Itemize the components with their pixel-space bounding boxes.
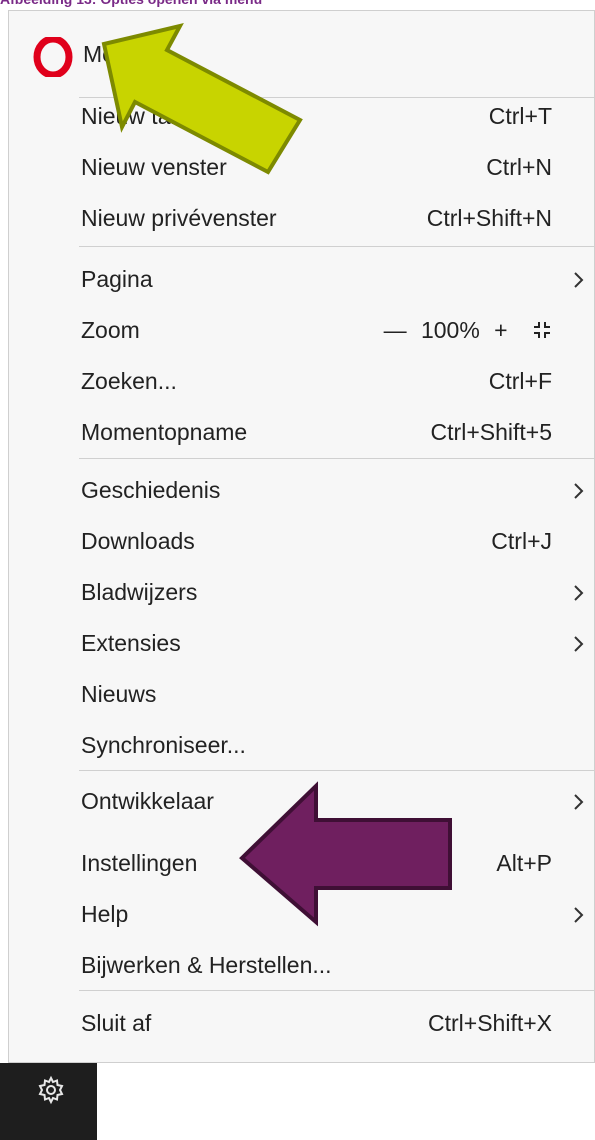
- zoom-level: 100%: [420, 317, 480, 343]
- menu-item-shortcut: Ctrl+Shift+N: [426, 205, 552, 231]
- menu-item-sync[interactable]: Synchroniseer...: [9, 721, 594, 771]
- zoom-out-button[interactable]: —: [384, 317, 407, 344]
- menu-item-label: Extensies: [81, 630, 181, 656]
- menu-item-label: Nieuw privévenster: [81, 205, 277, 231]
- chevron-right-icon: [574, 794, 584, 810]
- menu-item-shortcut: Ctrl+Shift+5: [430, 419, 552, 445]
- menu-item-label: Downloads: [81, 528, 195, 554]
- chevron-right-icon: [574, 907, 584, 923]
- chevron-right-icon: [574, 483, 584, 499]
- gear-icon[interactable]: [36, 1075, 66, 1105]
- menu-item-new-private-window[interactable]: Nieuw privévenster Ctrl+Shift+N: [9, 194, 594, 244]
- menu-item-shortcut: Ctrl+F: [488, 368, 552, 394]
- menu-item-label: Help: [81, 901, 129, 927]
- menu-item-label: Geschiedenis: [81, 477, 221, 503]
- menu-item-shortcut: Ctrl+Shift+X: [428, 1010, 552, 1036]
- menu-item-label: Zoeken...: [81, 368, 177, 394]
- menu-item-extensions[interactable]: Extensies: [9, 619, 594, 669]
- menu-item-label: Momentopname: [81, 419, 248, 445]
- sidebar-bottom-bar: [0, 1063, 97, 1140]
- menu-item-shortcut: Ctrl+T: [488, 103, 552, 129]
- menu-item-shortcut: Ctrl+N: [486, 154, 552, 180]
- chevron-right-icon: [574, 636, 584, 652]
- menu-item-history[interactable]: Geschiedenis: [9, 466, 594, 516]
- menu-item-news[interactable]: Nieuws: [9, 670, 594, 720]
- fullscreen-icon[interactable]: [532, 320, 552, 340]
- menu-separator: [79, 770, 594, 771]
- menu-item-shortcut: Alt+P: [496, 850, 552, 876]
- menu-item-label: Zoom: [81, 317, 140, 343]
- menu-item-update-recovery[interactable]: Bijwerken & Herstellen...: [9, 941, 594, 991]
- menu-item-label: Nieuws: [81, 681, 157, 707]
- zoom-in-button[interactable]: +: [494, 317, 507, 344]
- menu-item-zoom: Zoom — 100% +: [9, 306, 594, 356]
- menu-item-downloads[interactable]: Downloads Ctrl+J: [9, 517, 594, 567]
- menu-item-bookmarks[interactable]: Bladwijzers: [9, 568, 594, 618]
- highlight-arrow-yellow: [101, 23, 303, 175]
- menu-item-shortcut: Ctrl+J: [491, 528, 552, 554]
- menu-item-label: Synchroniseer...: [81, 732, 246, 758]
- menu-separator: [79, 246, 594, 247]
- menu-item-label: Instellingen: [81, 850, 198, 876]
- menu-item-page[interactable]: Pagina: [9, 255, 594, 305]
- menu-item-label: Bladwijzers: [81, 579, 198, 605]
- figure-caption: Afbeelding 13: Opties openen via menu: [0, 0, 595, 9]
- menu-item-exit[interactable]: Sluit af Ctrl+Shift+X: [9, 999, 594, 1049]
- menu-item-label: Bijwerken & Herstellen...: [81, 952, 332, 978]
- highlight-arrow-purple: [239, 781, 452, 927]
- menu-item-label: Sluit af: [81, 1010, 152, 1036]
- zoom-controls: — 100% +: [384, 317, 552, 344]
- menu-item-find[interactable]: Zoeken... Ctrl+F: [9, 357, 594, 407]
- chevron-right-icon: [574, 272, 584, 288]
- menu-separator: [79, 458, 594, 459]
- menu-item-snapshot[interactable]: Momentopname Ctrl+Shift+5: [9, 408, 594, 458]
- opera-logo-icon: [33, 37, 73, 77]
- menu-item-label: Pagina: [81, 266, 153, 292]
- menu-separator: [79, 990, 594, 991]
- chevron-right-icon: [574, 585, 584, 601]
- menu-item-label: Ontwikkelaar: [81, 788, 214, 814]
